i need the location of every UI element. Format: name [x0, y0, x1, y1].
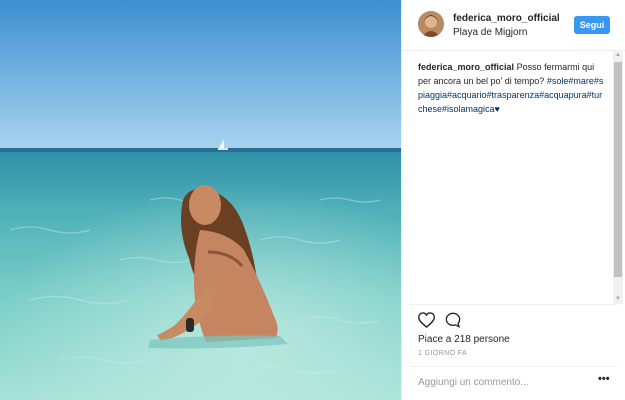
- author-username[interactable]: federica_moro_official: [453, 13, 560, 24]
- heart-icon[interactable]: [417, 312, 436, 333]
- comment-input[interactable]: [418, 375, 588, 389]
- divider: [410, 366, 617, 367]
- follow-button[interactable]: Segui: [574, 16, 610, 34]
- sea-photo: [0, 0, 401, 400]
- post-location[interactable]: Playa de Migjorn: [453, 27, 527, 38]
- more-options-icon[interactable]: •••: [598, 373, 610, 385]
- comment-icon[interactable]: [445, 312, 461, 333]
- caption-emoji: ♥: [494, 104, 500, 114]
- likes-count[interactable]: Piace a 218 persone: [418, 334, 510, 345]
- post-caption: federica_moro_official Posso fermarmi qu…: [418, 60, 606, 116]
- avatar[interactable]: [418, 11, 444, 37]
- post-header: federica_moro_official Playa de Migjorn …: [402, 0, 625, 51]
- post-timestamp: 1 GIORNO FA: [418, 350, 468, 357]
- divider: [410, 304, 617, 305]
- scroll-down-arrow-icon[interactable]: ▼: [613, 294, 623, 304]
- post-side-panel: federica_moro_official Playa de Migjorn …: [401, 0, 625, 400]
- scrollbar-thumb[interactable]: [614, 62, 622, 277]
- caption-scrollbar[interactable]: ▲ ▼: [613, 50, 623, 304]
- post-photo[interactable]: [0, 0, 401, 400]
- caption-username[interactable]: federica_moro_official: [418, 62, 514, 72]
- scroll-up-arrow-icon[interactable]: ▲: [613, 50, 623, 60]
